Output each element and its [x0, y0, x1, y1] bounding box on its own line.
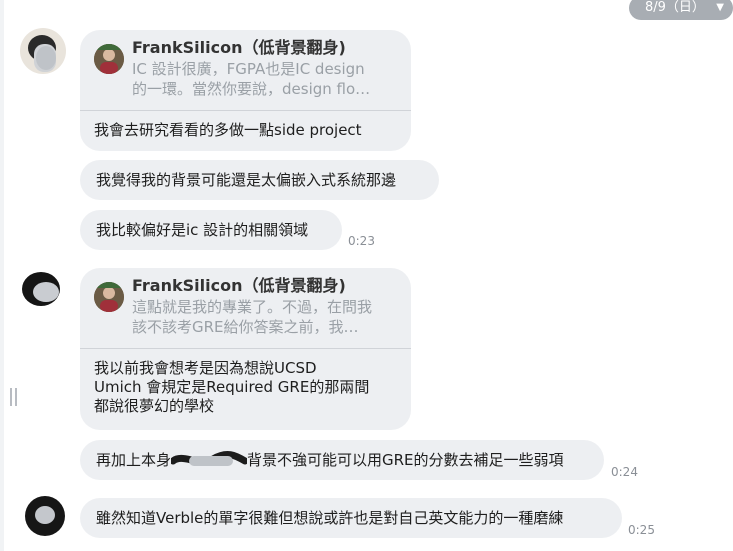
message-bubble[interactable]: 我比較偏好是ic 設計的相關領域 [80, 210, 342, 250]
message-bubble[interactable]: 雖然知道Verble的單字很難但想說或許也是對自己英文能力的一種磨練 [80, 498, 622, 538]
message-text-start: 再加上本身 [96, 451, 172, 469]
left-edge-strip [0, 0, 4, 551]
message-time: 0:24 [611, 465, 638, 479]
message-text: 我覺得我的背景可能還是太偏嵌入式系統那邊 [96, 171, 397, 189]
date-label: 8/9（日） [645, 0, 705, 15]
reply-message[interactable]: FrankSilicon（低背景翻身) IC 設計很廣，FGPA也是IC des… [80, 30, 411, 151]
quoted-sender-avatar [94, 282, 124, 312]
quoted-message[interactable]: FrankSilicon（低背景翻身) IC 設計很廣，FGPA也是IC des… [80, 30, 411, 111]
message-text: 我以前我會想考是因為想說UCSD Umich 會規定是Required GRE的… [94, 359, 370, 415]
avatar[interactable] [22, 492, 68, 538]
message-text: 我會去研究看看的多做一點side project [94, 121, 362, 139]
message-time: 0:25 [628, 523, 655, 537]
chevron-down-icon[interactable]: ▼ [716, 0, 724, 20]
message-bubble[interactable]: 我覺得我的背景可能還是太偏嵌入式系統那邊 [80, 160, 439, 200]
quoted-sender-name: FrankSilicon（低背景翻身) [132, 276, 346, 295]
message-text: 雖然知道Verble的單字很難但想說或許也是對自己英文能力的一種磨練 [96, 509, 564, 527]
quoted-text: 這點就是我的專業了。不過，在問我 該不該考GRE給你答案之前，我… [132, 298, 373, 336]
message-text: 我比較偏好是ic 設計的相關領域 [96, 221, 309, 239]
quoted-sender-name: FrankSilicon（低背景翻身) [132, 38, 346, 57]
reply-message[interactable]: FrankSilicon（低背景翻身) 這點就是我的專業了。不過，在問我 該不該… [80, 268, 411, 430]
date-separator[interactable]: 8/9（日） ▼ [629, 0, 733, 20]
quoted-message[interactable]: FrankSilicon（低背景翻身) 這點就是我的專業了。不過，在問我 該不該… [80, 268, 411, 349]
quoted-sender-avatar [94, 44, 124, 74]
message-time: 0:23 [348, 234, 375, 248]
panel-resize-handle[interactable] [10, 388, 18, 406]
redaction-scribble [169, 450, 249, 471]
message-text-end: 背景不強可能可以用GRE的分數去補足一些弱項 [247, 451, 564, 469]
avatar[interactable] [20, 265, 66, 311]
quoted-text: IC 設計很廣，FGPA也是IC design 的一環。當然你要說，design… [132, 60, 371, 98]
avatar[interactable] [20, 28, 66, 74]
message-bubble[interactable]: 再加上本身 背景不強可能可以用GRE的分數去補足一些弱項 [80, 440, 604, 480]
